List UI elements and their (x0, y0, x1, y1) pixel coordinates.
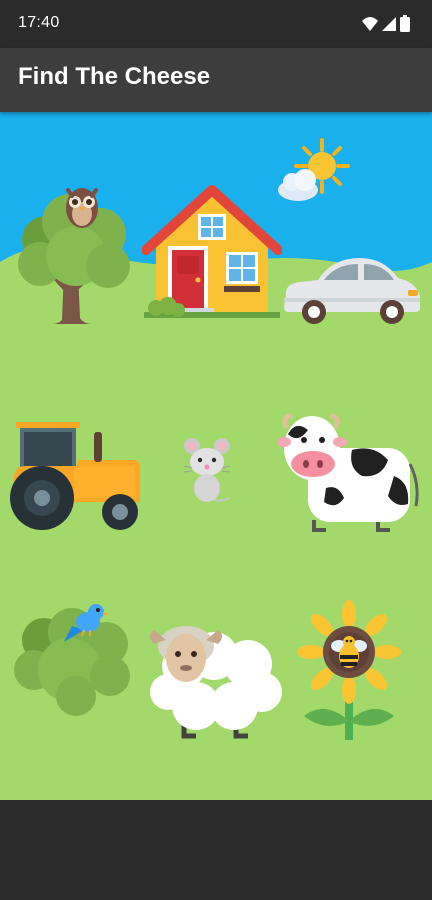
bush-with-bird[interactable] (12, 596, 134, 720)
mouse[interactable] (182, 436, 236, 508)
cow[interactable] (278, 404, 424, 534)
status-bar: 17:40 (0, 0, 432, 48)
app-title: Find The Cheese (18, 63, 211, 90)
owl-icon (66, 188, 98, 228)
status-icons (362, 15, 410, 32)
cell-signal-icon (382, 17, 396, 31)
status-time: 17:40 (18, 14, 60, 31)
battery-icon (400, 15, 410, 32)
tree-with-owl[interactable] (12, 182, 134, 326)
app-bar: Find The Cheese (0, 48, 432, 112)
cloud-icon (278, 169, 318, 201)
tractor[interactable] (6, 418, 146, 532)
car[interactable] (280, 250, 422, 326)
house[interactable] (142, 184, 282, 324)
sun-with-cloud[interactable] (276, 138, 352, 206)
game-scene (0, 112, 432, 800)
bush-icon (14, 608, 130, 716)
sunflower-with-bee[interactable] (294, 600, 406, 742)
wifi-icon (362, 17, 378, 31)
sheep[interactable] (144, 600, 286, 742)
bottom-bar (0, 800, 432, 900)
